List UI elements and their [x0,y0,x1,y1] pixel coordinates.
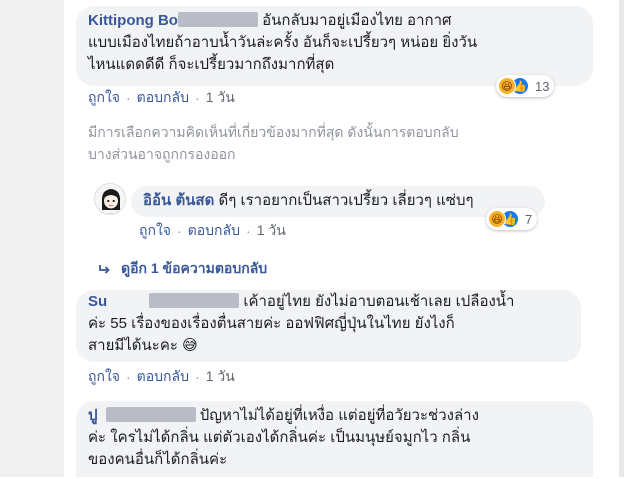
like-button[interactable]: ถูกใจ [88,87,120,109]
reply-bubble: อิอ้น ต้นสด ดีๆ เราอยากเป็นสาวเปรี้ยว เล… [131,186,545,217]
reply-button[interactable]: ตอบกลับ [137,87,189,109]
comment-text: แบบเมืองไทยถ้าอาบน้ำวันล่ะครั้ง อันก็จะเ… [88,34,478,51]
comment-text: ค่ะ ใครไม่ได้กลิ่น แต่ตัวเองได้กลิ่นค่ะ … [88,429,471,446]
timestamp[interactable]: 1 วัน [257,220,286,242]
separator: · [195,90,200,106]
like-button[interactable]: ถูกใจ [139,220,171,242]
separator: · [246,223,251,239]
right-gutter [619,0,624,477]
avatar[interactable] [94,183,126,215]
timestamp[interactable]: 1 วัน [206,87,235,109]
comment-line: Kittipong Bo อันกลับมาอยู่เมืองไทย อากาศ [88,10,581,32]
comment-text: สายมีได้นะคะ 😅 [88,337,198,354]
comment-actions: ถูกใจ · ตอบกลับ · 1 วัน [88,87,235,109]
comment-text: อันกลับมาอยู่เมืองไทย อากาศ [262,12,452,29]
commenter-name[interactable]: Kittipong Bo [88,12,178,29]
more-replies-label[interactable]: ดูอีก 1 ข้อความตอบกลับ [121,258,267,280]
avatar-image [95,184,125,214]
commenter-name[interactable]: Su [88,293,107,310]
comment-text: เค้าอยู่ไทย ยังไม่อาบตอนเช้าเลย เปลืองน้… [243,293,515,310]
comment-text: ค่ะ 55 เรื่องของเรื่องตื่นสายค่ะ ออฟฟิศญ… [88,315,455,332]
more-replies-link[interactable]: ดูอีก 1 ข้อความตอบกลับ [99,258,267,280]
comment-text: ไหนแดดดีดี ก็จะเปรี้ยวมากถึงมากที่สุด [88,56,335,73]
notice-line: บางส่วนอาจถูกกรองออก [88,146,236,162]
reply-text: ดีๆ เราอยากเป็นสาวเปรี้ยว เลี่ยวๆ แซ่บๆ [218,192,474,209]
blurred-name [149,293,240,308]
reply-arrow-icon [99,265,110,274]
separator: · [126,90,131,106]
separator: · [195,369,200,385]
reaction-count: 13 [535,78,550,94]
blurred-name [177,12,258,27]
separator: · [126,369,131,385]
haha-icon: 😆 [488,210,506,228]
timestamp[interactable]: 1 วัน [206,366,235,388]
comment-actions: ถูกใจ · ตอบกลับ · 1 วัน [88,366,235,388]
reaction-summary[interactable]: 😆 👍 13 [496,75,555,97]
like-button[interactable]: ถูกใจ [88,366,120,388]
replier-name[interactable]: อิอ้น ต้นสด [143,192,214,209]
reaction-summary[interactable]: 😆 👍 7 [486,208,538,230]
comment-bubble: ปู ปัญหาไม่ได้อยู่ที่เหงื่อ แต่อยู่ที่อว… [76,401,593,477]
separator: · [177,223,182,239]
comment-bubble: Kittipong Bo อันกลับมาอยู่เมืองไทย อากาศ… [76,6,593,86]
comment-line: Su เค้าอยู่ไทย ยังไม่อาบตอนเช้าเลย เปลือ… [88,291,569,313]
comment-bubble: Su เค้าอยู่ไทย ยังไม่อาบตอนเช้าเลย เปลือ… [76,290,581,362]
haha-icon: 😆 [498,77,516,95]
reply-button[interactable]: ตอบกลับ [188,220,240,242]
comment-text: ของคนอื่นก็ได้กลิ่นค่ะ [88,451,228,468]
comment-text: ปัญหาไม่ได้อยู่ที่เหงื่อ แต่อยู่ที่อวัยว… [199,407,479,424]
left-gutter [0,0,64,477]
filter-notice: มีการเลือกความคิดเห็นที่เกี่ยวข้องมากที่… [88,121,459,165]
reply-actions: ถูกใจ · ตอบกลับ · 1 วัน [139,220,286,242]
commenter-name[interactable]: ปู [88,407,98,424]
notice-line: มีการเลือกความคิดเห็นที่เกี่ยวข้องมากที่… [88,124,459,140]
reaction-count: 7 [525,211,533,227]
reply-button[interactable]: ตอบกลับ [137,366,189,388]
blurred-name [105,407,196,422]
comment-line: ปู ปัญหาไม่ได้อยู่ที่เหงื่อ แต่อยู่ที่อว… [88,405,581,427]
